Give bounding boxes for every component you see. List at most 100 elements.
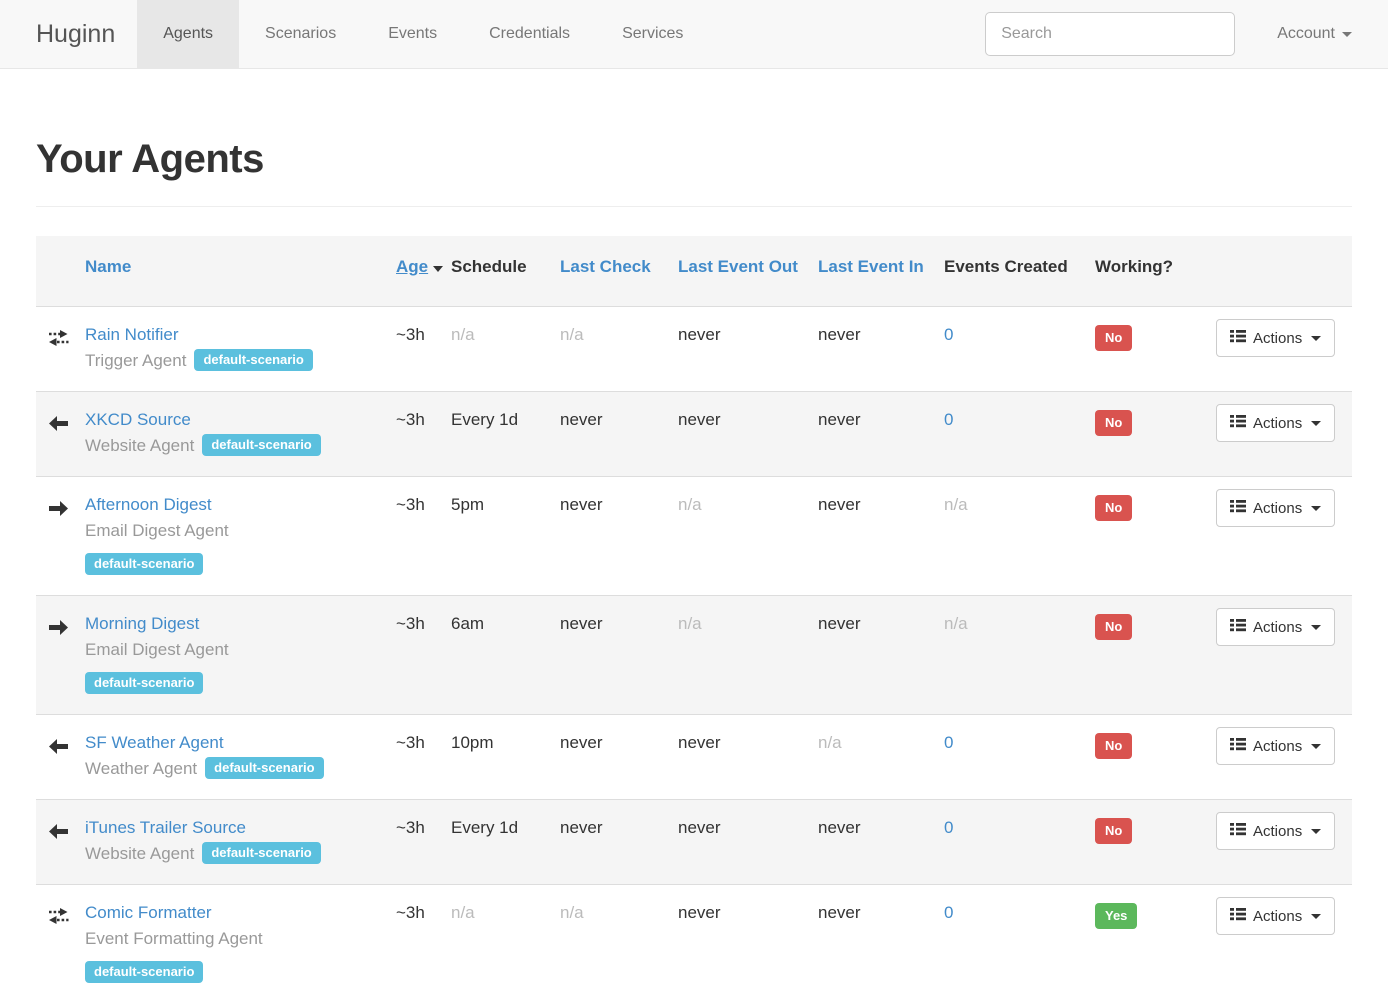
scenario-badge[interactable]: default-scenario [202, 842, 320, 864]
cell-schedule: n/a [451, 307, 560, 392]
working-badge: No [1095, 410, 1132, 436]
header-name[interactable]: Name [85, 236, 396, 307]
cell-age: ~3h [396, 596, 451, 715]
search-input[interactable] [985, 12, 1235, 56]
events-created-link[interactable]: 0 [944, 325, 953, 344]
cell-schedule: 6am [451, 596, 560, 715]
agent-name-link[interactable]: Comic Formatter [85, 903, 212, 922]
agent-name-link[interactable]: Afternoon Digest [85, 495, 212, 514]
agent-type: Trigger Agent [85, 351, 186, 370]
cell-schedule: n/a [451, 885, 560, 1004]
list-icon [1230, 737, 1246, 755]
cell-last-check: n/a [560, 307, 678, 392]
transfer-icon [49, 906, 69, 932]
header-last-event-in[interactable]: Last Event In [818, 236, 944, 307]
actions-button-label: Actions [1253, 330, 1302, 347]
cell-schedule: Every 1d [451, 800, 560, 885]
agent-name-link[interactable]: Rain Notifier [85, 325, 179, 344]
nav-item-services[interactable]: Services [596, 0, 709, 68]
chevron-down-icon [1311, 914, 1321, 919]
title-divider [36, 206, 1352, 207]
agent-name-link[interactable]: SF Weather Agent [85, 733, 224, 752]
page-container: Your Agents Name Age Schedule Last Check… [0, 137, 1388, 1003]
header-icon-spacer [36, 236, 85, 307]
actions-button-label: Actions [1253, 619, 1302, 636]
events-created-link[interactable]: 0 [944, 818, 953, 837]
actions-button-label: Actions [1253, 500, 1302, 517]
cell-last-event-out: never [678, 715, 818, 800]
arrow-left-icon [49, 736, 68, 762]
cell-last-check: never [560, 800, 678, 885]
agent-name-link[interactable]: XKCD Source [85, 410, 191, 429]
cell-last-event-in: never [818, 392, 944, 477]
agent-type: Email Digest Agent [85, 521, 229, 540]
events-created-link[interactable]: 0 [944, 733, 953, 752]
scenario-badge[interactable]: default-scenario [205, 757, 323, 779]
arrow-right-icon [49, 498, 68, 524]
agent-row-itunes-trailer-source: iTunes Trailer Source Website Agentdefau… [36, 800, 1352, 885]
actions-button[interactable]: Actions [1216, 897, 1335, 935]
scenario-badge[interactable]: default-scenario [202, 434, 320, 456]
actions-button[interactable]: Actions [1216, 319, 1335, 357]
agent-name-link[interactable]: iTunes Trailer Source [85, 818, 246, 837]
nav-item-credentials[interactable]: Credentials [463, 0, 596, 68]
agent-name-link[interactable]: Morning Digest [85, 614, 199, 633]
cell-last-event-out: never [678, 885, 818, 1004]
header-working: Working? [1095, 236, 1204, 307]
cell-last-check: never [560, 477, 678, 596]
nav-item-scenarios[interactable]: Scenarios [239, 0, 362, 68]
working-badge: Yes [1095, 903, 1137, 929]
page-title: Your Agents [36, 137, 1352, 182]
list-icon [1230, 618, 1246, 636]
agent-row-afternoon-digest: Afternoon Digest Email Digest Agent defa… [36, 477, 1352, 596]
cell-last-event-in: never [818, 307, 944, 392]
list-icon [1230, 822, 1246, 840]
actions-button[interactable]: Actions [1216, 812, 1335, 850]
header-last-check[interactable]: Last Check [560, 236, 678, 307]
cell-last-event-in: never [818, 885, 944, 1004]
nav-item-events[interactable]: Events [362, 0, 463, 68]
chevron-down-icon [1311, 625, 1321, 630]
brand-logo[interactable]: Huginn [36, 0, 115, 68]
working-badge: No [1095, 733, 1132, 759]
cell-last-check: never [560, 715, 678, 800]
cell-schedule: Every 1d [451, 392, 560, 477]
actions-button-label: Actions [1253, 823, 1302, 840]
actions-button[interactable]: Actions [1216, 404, 1335, 442]
header-age-label[interactable]: Age [396, 257, 428, 276]
list-icon [1230, 414, 1246, 432]
cell-last-check: never [560, 392, 678, 477]
cell-last-check: never [560, 596, 678, 715]
agent-row-rain-notifier: Rain Notifier Trigger Agent default-scena… [36, 307, 1352, 392]
agents-table: Name Age Schedule Last Check Last Event … [36, 236, 1352, 1003]
events-created-link[interactable]: 0 [944, 903, 953, 922]
account-label: Account [1277, 25, 1335, 43]
cell-last-event-out: n/a [678, 596, 818, 715]
header-age[interactable]: Age [396, 236, 451, 307]
table-header-row: Name Age Schedule Last Check Last Event … [36, 236, 1352, 307]
cell-schedule: 5pm [451, 477, 560, 596]
cell-age: ~3h [396, 715, 451, 800]
scenario-badge[interactable]: default-scenario [85, 672, 203, 694]
account-dropdown[interactable]: Account [1277, 25, 1352, 43]
nav-item-agents[interactable]: Agents [137, 0, 239, 68]
actions-button[interactable]: Actions [1216, 727, 1335, 765]
actions-button[interactable]: Actions [1216, 608, 1335, 646]
scenario-badge[interactable]: default-scenario [194, 349, 312, 371]
actions-button-label: Actions [1253, 738, 1302, 755]
events-created-link[interactable]: 0 [944, 410, 953, 429]
agent-row-sf-weather-agent: SF Weather Agent Weather Agentdefault-sc… [36, 715, 1352, 800]
actions-button[interactable]: Actions [1216, 489, 1335, 527]
chevron-down-icon [1311, 421, 1321, 426]
agent-row-xkcd-source: XKCD Source Website Agentdefault-scenari… [36, 392, 1352, 477]
cell-last-event-out: never [678, 800, 818, 885]
arrow-left-icon [49, 413, 68, 439]
navbar: Huginn Agents Scenarios Events Credentia… [0, 0, 1388, 69]
scenario-badge[interactable]: default-scenario [85, 553, 203, 575]
agent-type: Email Digest Agent [85, 640, 229, 659]
header-last-event-out[interactable]: Last Event Out [678, 236, 818, 307]
chevron-down-icon [1342, 32, 1352, 37]
chevron-down-icon [1311, 829, 1321, 834]
scenario-badge[interactable]: default-scenario [85, 961, 203, 983]
main-nav: Agents Scenarios Events Credentials Serv… [137, 0, 709, 68]
